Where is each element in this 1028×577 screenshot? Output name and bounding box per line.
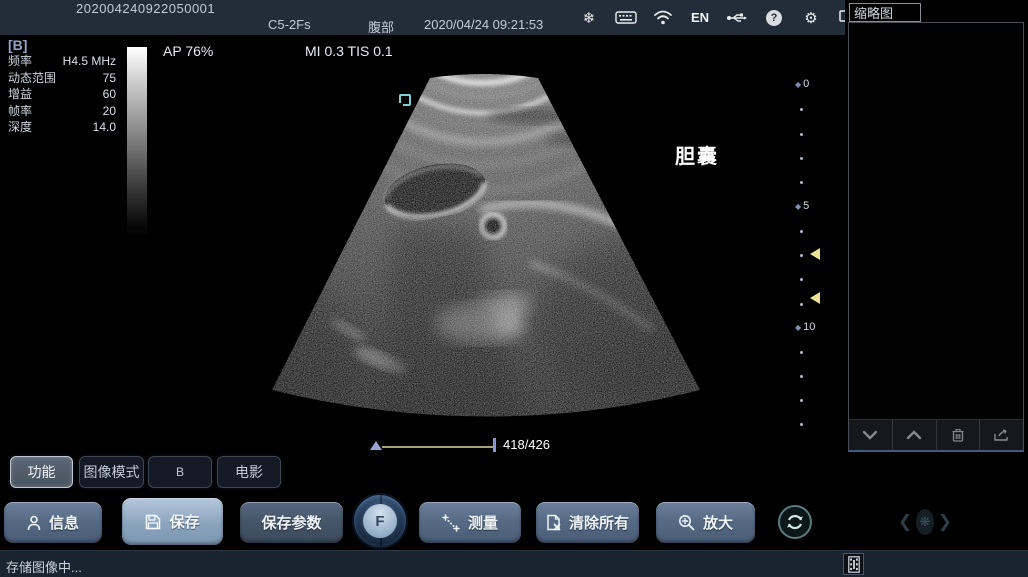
film-strip-icon bbox=[848, 556, 860, 573]
ultrasound-app: 202004240922050001 C5-2Fs 腹部 2020/04/24 … bbox=[0, 0, 1028, 577]
focus-marker-icon[interactable] bbox=[810, 248, 820, 260]
depth-tick bbox=[800, 399, 803, 402]
depth-mark-0: ◆ 0 bbox=[795, 78, 809, 90]
depth-tick bbox=[800, 303, 803, 306]
param-depth: 深度 14.0 bbox=[8, 119, 116, 136]
param-frequency: 频率 H4.5 MHz bbox=[8, 53, 116, 70]
refresh-arrows-icon bbox=[785, 512, 805, 532]
wifi-icon[interactable] bbox=[652, 7, 674, 29]
depth-tick bbox=[800, 254, 803, 257]
exam-preset: 腹部 bbox=[368, 17, 394, 36]
magnifier-plus-icon bbox=[678, 514, 695, 531]
tab-function[interactable]: 功能 bbox=[10, 456, 73, 488]
status-message: 存储图像中... bbox=[6, 557, 82, 576]
tab-cine[interactable]: 电影 bbox=[217, 456, 281, 488]
cine-progress-bar[interactable] bbox=[382, 446, 495, 448]
language-indicator[interactable]: EN bbox=[689, 7, 711, 29]
system-icons: ❄ EN ? ⚙ bbox=[578, 0, 859, 35]
cine-position-marker[interactable] bbox=[493, 438, 496, 452]
chevron-left-icon: ❮ bbox=[898, 512, 912, 532]
caliper-measure-icon bbox=[442, 514, 460, 532]
ultrasound-image[interactable] bbox=[230, 58, 830, 450]
acoustic-power: AP 76% bbox=[163, 43, 213, 59]
diamond-icon: ◆ bbox=[795, 80, 801, 89]
depth-mark-5: ◆ 5 bbox=[795, 200, 809, 212]
grayscale-bar bbox=[127, 47, 147, 234]
save-button[interactable]: 保存 bbox=[122, 498, 223, 545]
help-icon[interactable]: ? bbox=[763, 7, 785, 29]
annotation-gallbladder[interactable]: 胆囊 bbox=[675, 140, 719, 169]
floppy-disk-icon bbox=[145, 514, 161, 530]
depth-tick bbox=[800, 133, 803, 136]
info-button[interactable]: 信息 bbox=[4, 502, 102, 543]
update-cine-button[interactable] bbox=[778, 505, 812, 539]
depth-tick bbox=[800, 375, 803, 378]
mi-tis-values: MI 0.3 TIS 0.1 bbox=[305, 43, 393, 59]
f-knob[interactable]: F bbox=[354, 495, 406, 547]
dial-control-dimmed[interactable]: ❮ ❋ ❯ bbox=[898, 505, 952, 539]
probe-name: C5-2Fs bbox=[268, 17, 311, 32]
chevron-right-icon: ❯ bbox=[938, 512, 952, 532]
orientation-marker-icon bbox=[397, 92, 413, 108]
measure-button[interactable]: 测量 bbox=[419, 502, 521, 543]
depth-tick bbox=[800, 278, 803, 281]
param-gain: 增益 60 bbox=[8, 86, 116, 103]
keyboard-icon[interactable] bbox=[615, 7, 637, 29]
tab-b-mode[interactable]: B bbox=[148, 456, 212, 488]
dial-icon: ❋ bbox=[916, 509, 934, 535]
thumbnail-scroll-up-button[interactable] bbox=[892, 420, 936, 450]
diamond-icon: ◆ bbox=[795, 323, 801, 332]
param-dynamic-range: 动态范围 75 bbox=[8, 70, 116, 87]
thumbnail-export-button[interactable] bbox=[979, 420, 1023, 450]
thumbnail-toolbar bbox=[849, 419, 1023, 450]
diamond-icon: ◆ bbox=[795, 202, 801, 211]
depth-tick bbox=[800, 351, 803, 354]
cine-film-button[interactable] bbox=[843, 553, 864, 575]
focus-marker-icon[interactable] bbox=[810, 292, 820, 304]
cine-frame-counter: 418/426 bbox=[503, 437, 550, 452]
mode-label: [B] bbox=[8, 37, 27, 53]
top-bar: 202004240922050001 C5-2Fs 腹部 2020/04/24 … bbox=[0, 0, 845, 35]
patient-id: 202004240922050001 bbox=[76, 1, 215, 16]
person-icon bbox=[27, 515, 41, 531]
depth-tick bbox=[800, 181, 803, 184]
thumbnail-scroll-down-button[interactable] bbox=[849, 420, 892, 450]
depth-mark-10: ◆ 10 bbox=[795, 321, 815, 333]
depth-tick bbox=[800, 108, 803, 111]
save-params-button[interactable]: 保存参数 bbox=[240, 502, 343, 543]
thumbnail-panel: 缩略图 bbox=[845, 0, 1028, 455]
depth-tick bbox=[800, 230, 803, 233]
datetime: 2020/04/24 09:21:53 bbox=[424, 17, 543, 32]
depth-tick bbox=[800, 157, 803, 160]
image-parameters: 频率 H4.5 MHz 动态范围 75 增益 60 帧率 20 深度 14.0 bbox=[8, 53, 116, 136]
freeze-snowflake-icon[interactable]: ❄ bbox=[578, 7, 600, 29]
param-frame-rate: 帧率 20 bbox=[8, 103, 116, 120]
settings-gear-icon[interactable]: ⚙ bbox=[800, 7, 822, 29]
clear-all-button[interactable]: 清除所有 bbox=[536, 502, 639, 543]
zoom-button[interactable]: 放大 bbox=[656, 502, 755, 543]
cine-start-marker[interactable] bbox=[370, 441, 382, 450]
status-bar: 存储图像中... bbox=[0, 550, 1028, 577]
f-knob-label: F bbox=[363, 504, 397, 538]
usb-icon[interactable] bbox=[726, 7, 748, 29]
thumbnail-list[interactable] bbox=[848, 22, 1024, 452]
thumbnail-panel-title: 缩略图 bbox=[849, 3, 921, 22]
tab-image-mode[interactable]: 图像模式 bbox=[79, 456, 144, 488]
thumbnail-delete-button[interactable] bbox=[936, 420, 980, 450]
clear-page-icon bbox=[546, 514, 561, 531]
depth-tick bbox=[800, 423, 803, 426]
